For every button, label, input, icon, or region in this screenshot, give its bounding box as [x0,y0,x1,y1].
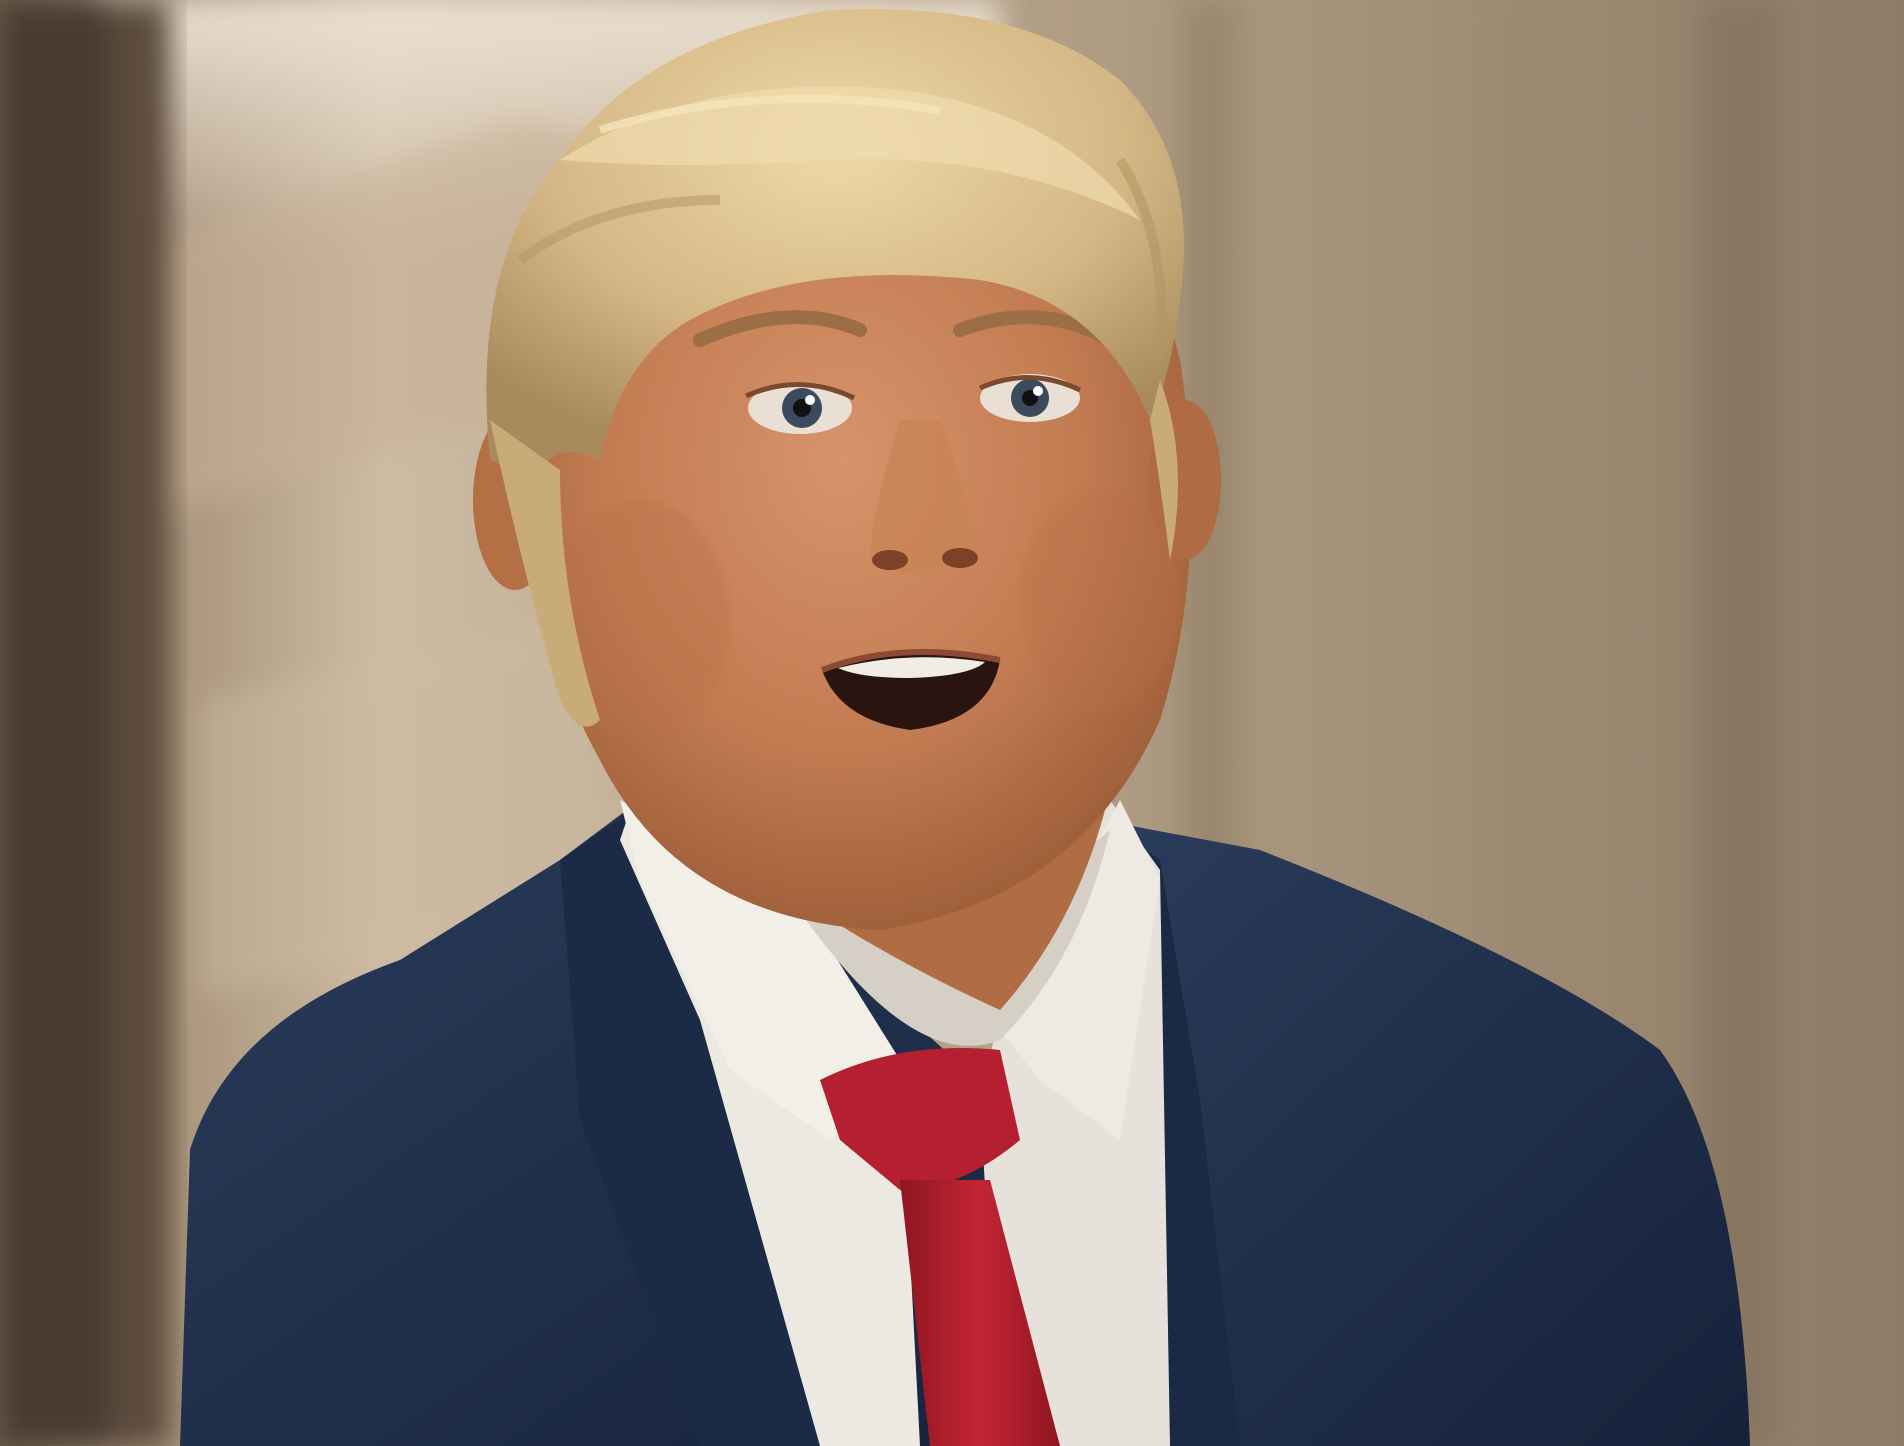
photo-frame [0,0,1904,1446]
door-frame [0,0,170,1446]
scene-image [0,0,1904,1446]
